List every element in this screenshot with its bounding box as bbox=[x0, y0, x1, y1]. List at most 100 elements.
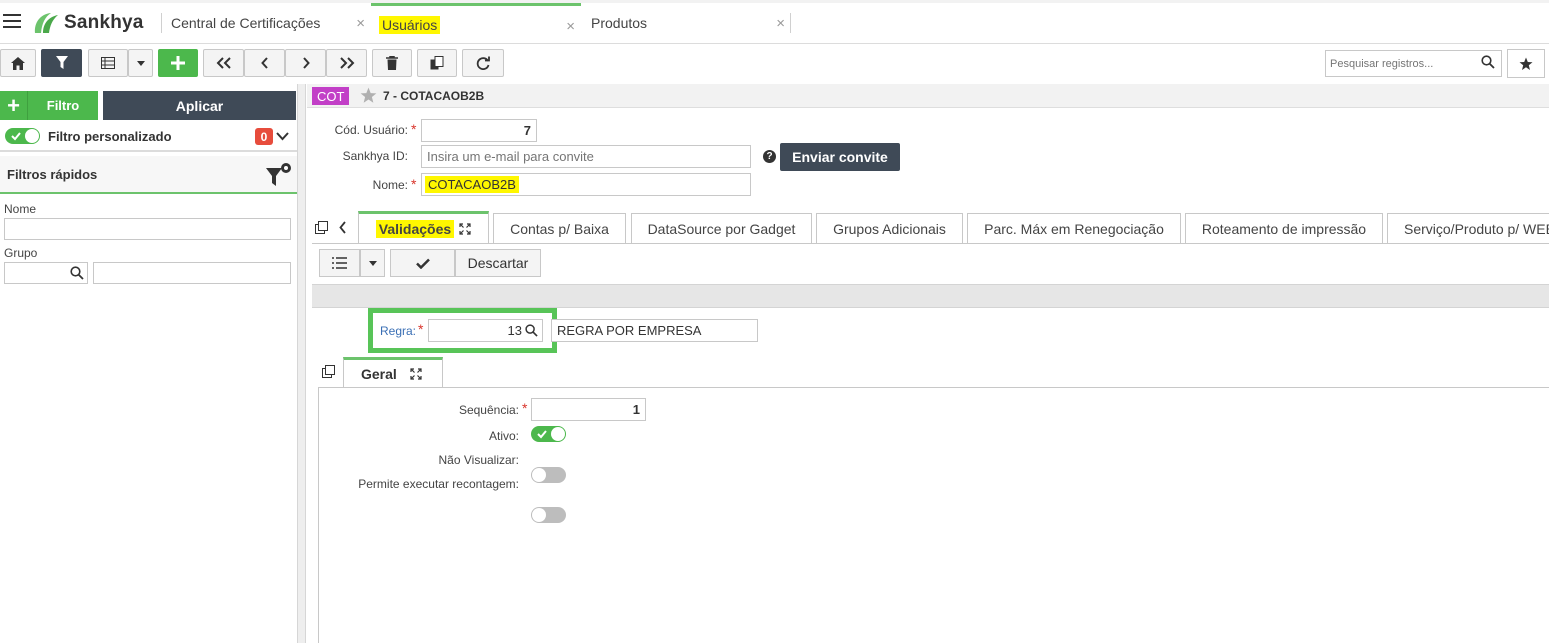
search-icon[interactable] bbox=[1481, 55, 1495, 69]
favorites-button[interactable] bbox=[1507, 49, 1545, 78]
caret-down-icon bbox=[136, 60, 145, 66]
funnel-icon bbox=[55, 56, 68, 69]
sankhya-id-input[interactable] bbox=[421, 145, 751, 168]
delete-button[interactable] bbox=[372, 49, 412, 77]
refresh-icon bbox=[476, 56, 490, 70]
tab-parc-max-renegociacao[interactable]: Parc. Máx em Renegociação bbox=[967, 213, 1181, 243]
tab-central-certificacoes[interactable]: Central de Certificações × bbox=[161, 3, 371, 43]
sankhya-logo[interactable]: Sankhya bbox=[32, 10, 144, 36]
sequence-label: Sequência: bbox=[458, 403, 519, 417]
tab-produtos[interactable]: Produtos × bbox=[581, 3, 791, 43]
duplicate-button[interactable] bbox=[417, 49, 457, 77]
check-icon bbox=[537, 430, 547, 439]
rule-code-field[interactable]: 13 bbox=[428, 319, 543, 342]
tab-baseline bbox=[312, 243, 1549, 244]
menu-icon[interactable] bbox=[3, 14, 21, 28]
plus-icon: + bbox=[0, 91, 28, 120]
rule-code-value: 13 bbox=[507, 323, 522, 338]
first-record-button[interactable] bbox=[203, 49, 244, 77]
sankhya-id-label: Sankhya ID: bbox=[342, 149, 408, 163]
detach-icon[interactable] bbox=[315, 221, 329, 235]
expand-icon[interactable] bbox=[410, 368, 422, 380]
tab-validacoes[interactable]: Validações bbox=[358, 211, 489, 244]
double-chevron-left-icon bbox=[216, 57, 231, 69]
custom-filter-toggle[interactable] bbox=[5, 128, 40, 144]
list-icon bbox=[332, 257, 347, 269]
apply-filter-button[interactable]: Aplicar bbox=[103, 91, 296, 120]
custom-filter-label: Filtro personalizado bbox=[48, 128, 172, 144]
rule-description-field: REGRA POR EMPRESA bbox=[551, 319, 758, 342]
add-record-button[interactable] bbox=[158, 49, 198, 77]
home-button[interactable] bbox=[0, 49, 36, 77]
record-badge: COT bbox=[312, 87, 350, 105]
top-bar: Sankhya Central de Certificações × Usuár… bbox=[0, 0, 1549, 44]
subtab-baseline bbox=[318, 387, 1549, 388]
recount-toggle[interactable] bbox=[531, 507, 566, 523]
close-icon[interactable]: × bbox=[356, 15, 365, 32]
tab-grupos-adicionais[interactable]: Grupos Adicionais bbox=[816, 213, 963, 243]
group-filter-label: Grupo bbox=[4, 246, 38, 260]
next-record-button[interactable] bbox=[285, 49, 326, 77]
quick-filters-header: Filtros rápidos bbox=[0, 156, 297, 194]
group-code-input[interactable] bbox=[4, 262, 88, 284]
refresh-button[interactable] bbox=[462, 49, 504, 77]
active-toggle[interactable] bbox=[531, 426, 566, 442]
hide-toggle[interactable] bbox=[531, 467, 566, 483]
sequence-field[interactable]: 1 bbox=[531, 398, 646, 421]
required-marker: * bbox=[418, 321, 424, 337]
list-view-button[interactable] bbox=[319, 249, 360, 277]
user-code-field[interactable]: 7 bbox=[421, 119, 537, 142]
search-records-input[interactable] bbox=[1325, 50, 1502, 77]
caret-down-icon bbox=[368, 260, 377, 266]
rule-label: Regra: bbox=[380, 324, 417, 338]
list-view-dropdown[interactable] bbox=[360, 249, 385, 277]
chevron-left-icon bbox=[260, 57, 268, 69]
filter-count-badge: 0 bbox=[255, 128, 273, 145]
home-icon bbox=[11, 56, 25, 70]
name-value: COTACAOB2B bbox=[425, 176, 519, 193]
add-filter-button[interactable]: + Filtro bbox=[0, 91, 98, 120]
chevron-down-icon[interactable] bbox=[276, 132, 289, 141]
panel-splitter[interactable] bbox=[297, 84, 306, 643]
detach-icon[interactable] bbox=[322, 365, 336, 379]
trash-icon bbox=[386, 56, 398, 70]
help-icon[interactable]: ? bbox=[763, 150, 776, 163]
tab-roteamento-impressao[interactable]: Roteamento de impressão bbox=[1185, 213, 1383, 243]
chevron-right-icon bbox=[302, 57, 310, 69]
close-icon[interactable]: × bbox=[776, 15, 785, 32]
record-title: 7 - COTACAOB2B bbox=[383, 89, 485, 103]
favorite-star-icon[interactable] bbox=[360, 87, 377, 104]
grid-view-button[interactable] bbox=[88, 49, 128, 77]
name-filter-input[interactable] bbox=[4, 218, 291, 240]
tab-usuarios[interactable]: Usuários × bbox=[371, 3, 581, 43]
active-label: Ativo: bbox=[488, 429, 519, 443]
plus-icon bbox=[171, 56, 185, 70]
name-field[interactable]: COTACAOB2B bbox=[421, 173, 751, 196]
group-description-input[interactable] bbox=[93, 262, 291, 284]
check-icon bbox=[11, 132, 21, 141]
expand-icon[interactable] bbox=[459, 223, 471, 235]
check-icon bbox=[415, 258, 430, 269]
tab-label: Central de Certificações bbox=[171, 15, 321, 31]
tab-contas-baixa[interactable]: Contas p/ Baixa bbox=[493, 213, 626, 243]
funnel-settings-icon[interactable] bbox=[265, 162, 293, 188]
filter-panel: + Filtro Aplicar Filtro personalizado 0 … bbox=[0, 84, 297, 643]
send-invite-button[interactable]: Enviar convite bbox=[780, 143, 900, 171]
tab-label: Produtos bbox=[591, 15, 648, 31]
search-icon[interactable] bbox=[70, 266, 84, 280]
discard-button[interactable]: Descartar bbox=[455, 249, 541, 277]
quick-filters-title: Filtros rápidos bbox=[7, 166, 98, 182]
previous-record-button[interactable] bbox=[244, 49, 285, 77]
confirm-button[interactable] bbox=[390, 249, 455, 277]
view-dropdown-button[interactable] bbox=[128, 49, 153, 77]
filter-toggle-button[interactable] bbox=[41, 49, 82, 77]
tab-servico-produto-web[interactable]: Serviço/Produto p/ WEB bbox=[1387, 213, 1549, 243]
tab-separator bbox=[790, 13, 791, 33]
tab-geral[interactable]: Geral bbox=[343, 357, 443, 388]
tab-datasource-gadget[interactable]: DataSource por Gadget bbox=[631, 213, 812, 243]
last-record-button[interactable] bbox=[326, 49, 367, 77]
required-marker: * bbox=[522, 400, 528, 416]
close-icon[interactable]: × bbox=[566, 18, 575, 35]
search-icon[interactable] bbox=[525, 324, 538, 337]
chevron-left-icon[interactable] bbox=[339, 221, 347, 234]
